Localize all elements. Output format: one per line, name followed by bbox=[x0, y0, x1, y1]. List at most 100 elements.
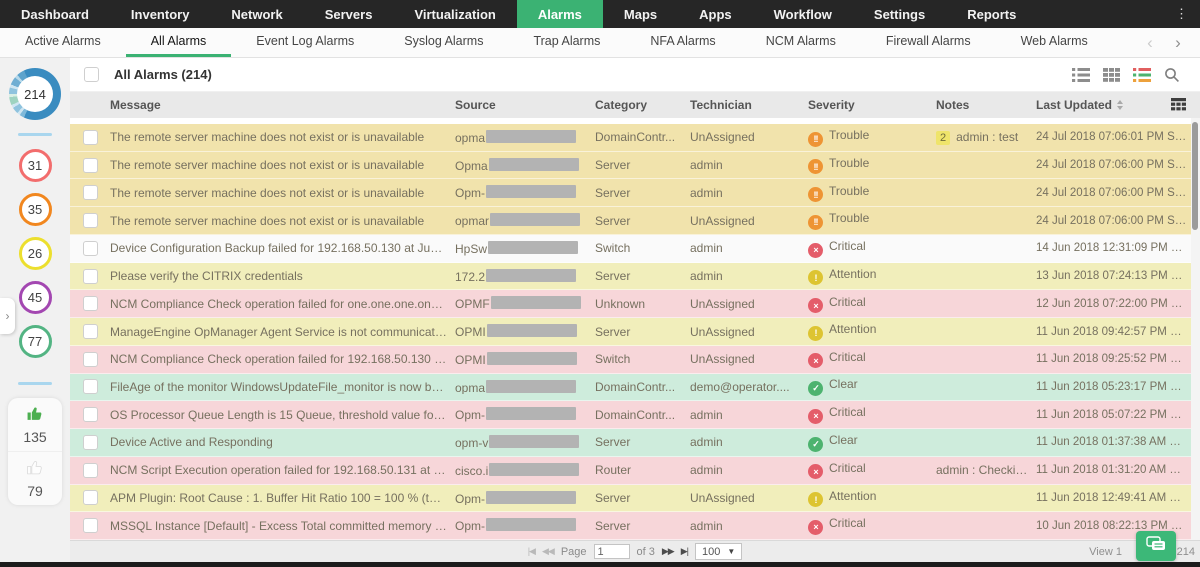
alarm-message[interactable]: The remote server machine does not exist… bbox=[110, 130, 455, 144]
col-severity[interactable]: Severity bbox=[808, 98, 936, 112]
row-checkbox[interactable] bbox=[83, 269, 98, 284]
col-source[interactable]: Source bbox=[455, 98, 595, 112]
alarm-message[interactable]: Please verify the CITRIX credentials bbox=[110, 269, 455, 283]
scrollbar-thumb[interactable] bbox=[1192, 122, 1198, 230]
column-chooser-icon[interactable] bbox=[1171, 98, 1186, 114]
col-message[interactable]: Message bbox=[110, 98, 455, 112]
next-page-icon[interactable]: ▶▶ bbox=[662, 546, 674, 557]
row-checkbox[interactable] bbox=[83, 463, 98, 478]
first-page-icon[interactable]: |◀ bbox=[528, 546, 535, 557]
row-checkbox[interactable] bbox=[83, 352, 98, 367]
tab-storage-alarms[interactable]: Storage Alarms bbox=[1113, 28, 1136, 57]
nav-item-workflow[interactable]: Workflow bbox=[753, 0, 853, 28]
row-checkbox[interactable] bbox=[83, 185, 98, 200]
grid-view-icon[interactable] bbox=[1103, 68, 1120, 82]
chat-button[interactable] bbox=[1136, 531, 1176, 561]
row-checkbox[interactable] bbox=[83, 130, 98, 145]
tab-all-alarms[interactable]: All Alarms bbox=[126, 28, 232, 57]
prev-page-icon[interactable]: ◀◀ bbox=[542, 546, 554, 557]
table-row[interactable]: The remote server machine does not exist… bbox=[70, 207, 1200, 235]
nav-item-network[interactable]: Network bbox=[210, 0, 303, 28]
alarm-message[interactable]: OS Processor Queue Length is 15 Queue, t… bbox=[110, 408, 455, 422]
table-row[interactable]: Device Configuration Backup failed for 1… bbox=[70, 235, 1200, 263]
nav-item-reports[interactable]: Reports bbox=[946, 0, 1037, 28]
row-checkbox[interactable] bbox=[83, 518, 98, 533]
table-row[interactable]: Please verify the CITRIX credentials172.… bbox=[70, 263, 1200, 291]
table-row[interactable]: MSSQL Instance [Default] - Excess Total … bbox=[70, 512, 1200, 540]
nav-item-apps[interactable]: Apps bbox=[678, 0, 753, 28]
severity-count-35[interactable]: 35 bbox=[19, 193, 52, 226]
nav-item-maps[interactable]: Maps bbox=[603, 0, 678, 28]
tab-active-alarms[interactable]: Active Alarms bbox=[0, 28, 126, 57]
last-page-icon[interactable]: ▶| bbox=[681, 546, 688, 557]
total-alarms-donut[interactable]: 214 bbox=[9, 68, 61, 120]
nav-item-virtualization[interactable]: Virtualization bbox=[393, 0, 516, 28]
row-checkbox[interactable] bbox=[83, 324, 98, 339]
row-checkbox[interactable] bbox=[83, 407, 98, 422]
select-all-checkbox[interactable] bbox=[84, 67, 99, 82]
alarm-message[interactable]: MSSQL Instance [Default] - Excess Total … bbox=[110, 519, 455, 533]
tab-event-log-alarms[interactable]: Event Log Alarms bbox=[231, 28, 379, 57]
table-row[interactable]: The remote server machine does not exist… bbox=[70, 152, 1200, 180]
table-scrollbar[interactable] bbox=[1191, 118, 1200, 540]
nav-item-inventory[interactable]: Inventory bbox=[110, 0, 211, 28]
table-row[interactable]: NCM Compliance Check operation failed fo… bbox=[70, 346, 1200, 374]
severity-count-26[interactable]: 26 bbox=[19, 237, 52, 270]
row-checkbox[interactable] bbox=[83, 435, 98, 450]
tab-trap-alarms[interactable]: Trap Alarms bbox=[508, 28, 625, 57]
thumbs-down-filter[interactable]: 79 bbox=[8, 451, 62, 505]
tab-syslog-alarms[interactable]: Syslog Alarms bbox=[379, 28, 508, 57]
row-checkbox[interactable] bbox=[83, 158, 98, 173]
tab-nfa-alarms[interactable]: NFA Alarms bbox=[625, 28, 740, 57]
row-checkbox[interactable] bbox=[83, 213, 98, 228]
alarm-message[interactable]: FileAge of the monitor WindowsUpdateFile… bbox=[110, 380, 455, 394]
col-notes[interactable]: Notes bbox=[936, 98, 1036, 112]
alarm-message[interactable]: Device Configuration Backup failed for 1… bbox=[110, 241, 455, 255]
alarm-message[interactable]: NCM Compliance Check operation failed fo… bbox=[110, 297, 455, 311]
tab-ncm-alarms[interactable]: NCM Alarms bbox=[741, 28, 861, 57]
severity-count-31[interactable]: 31 bbox=[19, 149, 52, 182]
tabs-scroll-right-icon[interactable]: › bbox=[1164, 29, 1192, 56]
page-number-input[interactable] bbox=[594, 544, 630, 559]
severity-count-45[interactable]: 45 bbox=[19, 281, 52, 314]
thumbs-up-filter[interactable]: 135 bbox=[8, 398, 62, 451]
alarm-message[interactable]: Device Active and Responding bbox=[110, 435, 455, 449]
nav-item-alarms[interactable]: Alarms bbox=[517, 0, 603, 28]
notes-count-badge[interactable]: 2 bbox=[936, 131, 950, 145]
alarm-message[interactable]: NCM Script Execution operation failed fo… bbox=[110, 463, 455, 477]
tabs-scroll-left-icon[interactable]: ‹ bbox=[1136, 29, 1164, 56]
nav-item-settings[interactable]: Settings bbox=[853, 0, 946, 28]
overflow-menu-icon[interactable]: ⋮ bbox=[1163, 0, 1200, 28]
row-checkbox[interactable] bbox=[83, 296, 98, 311]
severity-list-view-icon[interactable] bbox=[1133, 68, 1151, 82]
severity-count-77[interactable]: 77 bbox=[19, 325, 52, 358]
row-checkbox[interactable] bbox=[83, 241, 98, 256]
alarm-message[interactable]: NCM Compliance Check operation failed fo… bbox=[110, 352, 455, 366]
table-row[interactable]: ManageEngine OpManager Agent Service is … bbox=[70, 318, 1200, 346]
table-row[interactable]: The remote server machine does not exist… bbox=[70, 124, 1200, 152]
alarm-message[interactable]: The remote server machine does not exist… bbox=[110, 186, 455, 200]
search-icon[interactable] bbox=[1164, 67, 1180, 83]
table-row[interactable]: NCM Script Execution operation failed fo… bbox=[70, 457, 1200, 485]
sidebar-expand-handle[interactable]: › bbox=[0, 298, 15, 334]
col-category[interactable]: Category bbox=[595, 98, 690, 112]
table-row[interactable]: The remote server machine does not exist… bbox=[70, 179, 1200, 207]
table-row[interactable]: FileAge of the monitor WindowsUpdateFile… bbox=[70, 374, 1200, 402]
sort-icon[interactable] bbox=[1117, 100, 1123, 110]
col-technician[interactable]: Technician bbox=[690, 98, 808, 112]
nav-item-servers[interactable]: Servers bbox=[304, 0, 394, 28]
table-row[interactable]: APM Plugin: Root Cause : 1. Buffer Hit R… bbox=[70, 485, 1200, 513]
alarm-message[interactable]: The remote server machine does not exist… bbox=[110, 214, 455, 228]
alarm-message[interactable]: APM Plugin: Root Cause : 1. Buffer Hit R… bbox=[110, 491, 455, 505]
list-view-icon[interactable] bbox=[1072, 68, 1090, 82]
row-checkbox[interactable] bbox=[83, 379, 98, 394]
page-size-dropdown[interactable]: 100▼ bbox=[695, 543, 742, 560]
alarm-message[interactable]: ManageEngine OpManager Agent Service is … bbox=[110, 325, 455, 339]
table-row[interactable]: OS Processor Queue Length is 15 Queue, t… bbox=[70, 401, 1200, 429]
row-checkbox[interactable] bbox=[83, 490, 98, 505]
table-row[interactable]: Device Active and Respondingopm-vServera… bbox=[70, 429, 1200, 457]
tab-web-alarms[interactable]: Web Alarms bbox=[996, 28, 1113, 57]
nav-item-dashboard[interactable]: Dashboard bbox=[0, 0, 110, 28]
table-row[interactable]: NCM Compliance Check operation failed fo… bbox=[70, 290, 1200, 318]
tab-firewall-alarms[interactable]: Firewall Alarms bbox=[861, 28, 996, 57]
